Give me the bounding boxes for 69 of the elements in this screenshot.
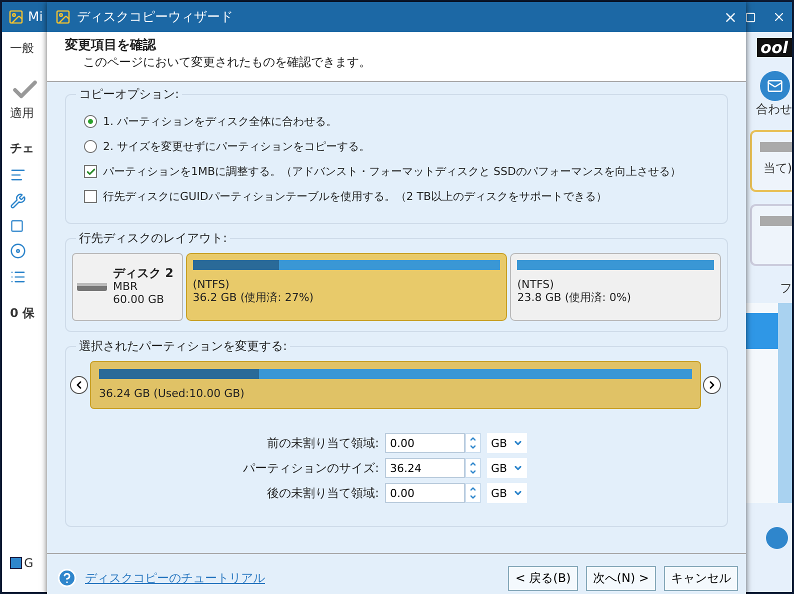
count-label: 0 保: [10, 305, 35, 322]
size-input[interactable]: 36.24: [385, 458, 465, 478]
radio-button[interactable]: [84, 115, 97, 128]
partition-card[interactable]: (NTFS) 23.8 GB (使用済: 0%): [510, 253, 721, 321]
partition-size: 36.24 GB (Used:10.00 GB): [99, 387, 246, 400]
disk-type: MBR: [113, 281, 139, 294]
page-description: このページにおいて変更されたものを確認できます。: [82, 54, 372, 71]
dialog-button[interactable]: 次へ(N) >: [586, 566, 656, 590]
caret-icon: [513, 463, 524, 473]
radio-button[interactable]: [84, 140, 97, 153]
close-icon[interactable]: [772, 10, 786, 24]
window-title: Mi: [28, 10, 43, 24]
option-label[interactable]: 2. サイズを変更せずにパーティションをコピーする。: [103, 139, 370, 154]
legend-label: G: [24, 556, 34, 570]
list-icon[interactable]: [10, 269, 26, 285]
field-label: 前の未割り当て領域:: [266, 434, 379, 452]
dialog-title: ディスクコピーウィザード: [77, 9, 233, 26]
column-header: フ: [780, 280, 792, 297]
disk-size: 60.00 GB: [113, 294, 166, 307]
caret-icon: [513, 488, 524, 498]
checkbox[interactable]: [84, 190, 97, 203]
page-heading: 変更項目を確認: [65, 36, 158, 54]
group-title: 選択されたパーティションを変更する:: [76, 338, 290, 355]
legend-swatch: [10, 557, 22, 569]
dialog-button[interactable]: キャンセル: [664, 566, 738, 590]
option-label[interactable]: パーティションを1MBに調整する。（アドバンスト・フォーマットディスクと SSDのパフォーマンスを向上させる）: [103, 164, 681, 179]
info-card: 当て): [750, 130, 792, 192]
spinner[interactable]: [465, 458, 481, 478]
contact-label[interactable]: 合わせ: [756, 101, 792, 118]
field-label: 後の未割り当て領域:: [266, 484, 379, 502]
brand-logo: ool: [756, 38, 792, 57]
unit-dropdown[interactable]: GB: [487, 458, 528, 478]
partition-size: 36.2 GB (使用済: 27%): [192, 291, 315, 304]
disc-icon[interactable]: [10, 243, 26, 259]
wizard-icon: [55, 9, 71, 25]
unit-dropdown[interactable]: GB: [487, 433, 528, 453]
disk-card[interactable]: ディスク 2 MBR 60.00 GB: [72, 253, 183, 321]
previous-button[interactable]: [70, 376, 88, 394]
file-system-label: (NTFS): [517, 278, 555, 292]
next-button[interactable]: [703, 376, 721, 394]
disk-drive-icon: [77, 282, 107, 292]
partition-card[interactable]: (NTFS) 36.2 GB (使用済: 27%): [186, 253, 508, 321]
size-input[interactable]: 0.00: [385, 483, 465, 503]
option-label[interactable]: 行先ディスクにGUIDパーティションテーブルを使用する。（2 TB以上のディスクをサポートできる）: [103, 189, 608, 204]
unit-dropdown[interactable]: GB: [487, 483, 528, 503]
tab-label[interactable]: 一般: [10, 40, 34, 57]
checkbox[interactable]: [84, 165, 97, 178]
partition-size: 23.8 GB (使用済: 0%): [517, 291, 632, 304]
section-title: チェ: [10, 140, 34, 157]
group-title: 行先ディスクのレイアウト:: [76, 230, 230, 247]
spinner[interactable]: [465, 433, 481, 453]
partition-bar[interactable]: 36.24 GB (Used:10.00 GB): [90, 361, 701, 409]
wrench-icon[interactable]: [10, 193, 26, 209]
maximize-icon[interactable]: [745, 12, 756, 22]
option-label[interactable]: 1. パーティションをディスク全体に合わせる。: [103, 114, 337, 129]
mail-icon[interactable]: [760, 71, 790, 101]
square-icon[interactable]: [10, 219, 24, 233]
tutorial-link[interactable]: ディスクコピーのチュートリアル: [85, 570, 265, 586]
align-icon[interactable]: [10, 167, 26, 183]
field-label: パーティションのサイズ:: [242, 460, 379, 476]
app-icon: [8, 9, 24, 25]
spinner[interactable]: [465, 483, 481, 503]
disk-name: ディスク 2: [113, 267, 174, 282]
dialog-button[interactable]: < 戻る(B): [508, 566, 578, 590]
caret-icon: [513, 438, 524, 448]
apply-label[interactable]: 適用: [10, 105, 34, 122]
size-input[interactable]: 0.00: [385, 433, 465, 453]
help-icon[interactable]: [57, 568, 77, 588]
file-system-label: (NTFS): [192, 278, 230, 292]
